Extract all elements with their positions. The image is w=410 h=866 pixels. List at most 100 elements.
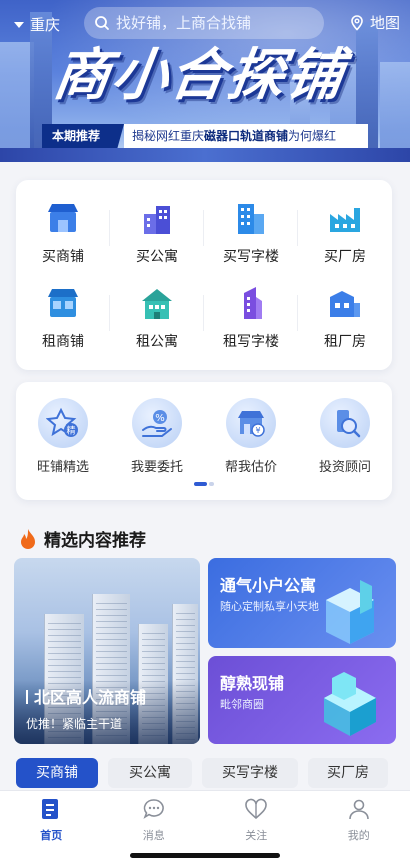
caret-down-icon [14,21,24,28]
banner-stripe [0,148,410,162]
factory-icon [330,290,360,317]
factory-icon [330,207,360,232]
category-buy-apartment[interactable]: 买公寓 [110,190,204,275]
map-pin-icon [351,14,363,31]
promo-tag: 本期推荐 [42,124,124,148]
svg-text:¥: ¥ [255,426,260,435]
category-rent-shop[interactable]: 租商铺 [16,275,110,360]
badge-text: 精 [66,425,75,437]
message-icon [143,799,164,819]
category-label: 买公寓 [136,248,178,265]
featured-title-text: 北区高人流商铺 [34,688,147,707]
city-selector[interactable]: 重庆 [14,14,60,35]
category-rent-apartment[interactable]: 租公寓 [110,275,204,360]
category-tabs: 买商铺 买公寓 买写字楼 买厂房 [16,758,394,788]
category-label: 租厂房 [324,333,366,350]
featured-title: 北区高人流商铺 [26,684,146,708]
shop-icon [48,288,78,317]
pager-dots [194,482,214,486]
office-icon [244,286,262,319]
bottom-navigation: 首页 消息 关注 我的 [0,790,410,866]
heart-icon [245,798,268,820]
nav-label: 我的 [347,829,370,842]
section-title: 精选内容推荐 [44,531,146,551]
tab-buy-factory[interactable]: 买厂房 [308,758,388,788]
featured-title: 醇熟现铺 [220,674,285,693]
home-indicator [130,853,280,858]
featured-title: 通气小户公寓 [220,576,317,595]
tab-buy-office[interactable]: 买写字楼 [202,758,298,788]
nav-label: 关注 [245,829,268,842]
service-label: 我要委托 [130,460,183,475]
category-buy-office[interactable]: 买写字楼 [204,190,298,275]
pager-dot-active [194,482,207,486]
search-box[interactable] [84,7,324,39]
service-label: 帮我估价 [224,460,277,475]
promo-text-pre: 揭秘网红重庆 [132,129,205,143]
nav-home[interactable]: 首页 [0,797,103,843]
search-icon [95,16,109,30]
category-rent-factory[interactable]: 租厂房 [298,275,392,360]
pager-dot [208,482,214,486]
banner-building [380,62,410,162]
featured-subtitle: 毗邻商圈 [220,698,264,711]
category-label: 租商铺 [42,333,84,350]
category-label: 买写字楼 [223,248,279,265]
service-entrust[interactable]: % 我要委托 [110,398,204,475]
hand-percent-icon: % [142,410,172,437]
section-header: 精选内容推荐 [18,526,146,551]
map-button[interactable]: 地图 [348,12,400,33]
services-row: 精 旺铺精选 % 我要委托 ¥ 帮我估价 投资顾问 [16,398,392,475]
category-buy-factory[interactable]: 买厂房 [298,190,392,275]
top-bar: 重庆 地图 [0,6,410,40]
promo-text: 揭秘网红重庆磁器口轨道商铺为何爆红 [124,124,368,148]
shop-icon [48,203,78,232]
nav-messages[interactable]: 消息 [103,797,206,843]
tab-buy-apartment[interactable]: 买公寓 [108,758,192,788]
home-list-icon [42,799,59,819]
apartment-icon [142,288,172,319]
service-icon-wrap: % [132,398,182,448]
category-label: 租写字楼 [223,333,279,350]
featured-subtitle: 随心定制私享小天地 [220,600,319,613]
city-label: 重庆 [30,16,61,34]
category-buy-shop[interactable]: 买商铺 [16,190,110,275]
isometric-building-icon [324,672,376,736]
advisor-icon [337,410,361,438]
map-label: 地图 [369,14,400,32]
promo-text-bold: 磁器口轨道商铺 [204,129,289,143]
service-valuation[interactable]: ¥ 帮我估价 [204,398,298,475]
nav-favorites[interactable]: 关注 [205,797,308,843]
flame-icon [21,528,35,549]
search-input[interactable] [116,14,316,32]
category-label: 买厂房 [324,248,366,265]
category-label: 租公寓 [136,333,178,350]
featured-card-apartment[interactable]: 通气小户公寓 随心定制私享小天地 [208,558,396,648]
title-bar [26,690,28,704]
profile-icon [348,799,369,820]
svg-text:%: % [155,413,165,424]
category-rent-office[interactable]: 租写字楼 [204,275,298,360]
featured-card-shops[interactable]: 北区高人流商铺 优推！紧临主干道 [14,558,200,744]
banner-title: 商小合探铺 [49,43,349,108]
tab-buy-shop[interactable]: 买商铺 [16,758,98,788]
service-label: 投资顾问 [318,460,371,475]
service-label: 旺铺精选 [36,460,89,475]
nav-items: 首页 消息 关注 我的 [0,797,410,843]
category-card: 买商铺 买公寓 买写字楼 买厂房 租商铺 租公寓 租写字楼 租厂房 [16,180,392,370]
nav-label: 消息 [142,829,165,842]
featured-card-shop-ready[interactable]: 醇熟现铺 毗邻商圈 [208,656,396,744]
nav-label: 首页 [40,829,63,842]
banner-building [0,42,34,162]
service-icon-wrap: ¥ [226,398,276,448]
promo-text-post: 为何爆红 [288,129,337,143]
category-grid: 买商铺 买公寓 买写字楼 买厂房 租商铺 租公寓 租写字楼 租厂房 [16,180,392,370]
service-advisor[interactable]: 投资顾问 [298,398,392,475]
nav-profile[interactable]: 我的 [308,797,410,843]
apartment-icon [144,205,170,234]
promo-strip[interactable]: 本期推荐 揭秘网红重庆磁器口轨道商铺为何爆红 [42,124,368,148]
hero-banner[interactable]: 重庆 地图 商小合探铺 本期推荐 揭秘网红重庆磁器口轨道商铺为何爆红 [0,0,410,162]
service-featured-shops[interactable]: 精 旺铺精选 [16,398,110,475]
category-label: 买商铺 [42,248,84,265]
featured-subtitle: 优推！紧临主干道 [26,717,123,731]
